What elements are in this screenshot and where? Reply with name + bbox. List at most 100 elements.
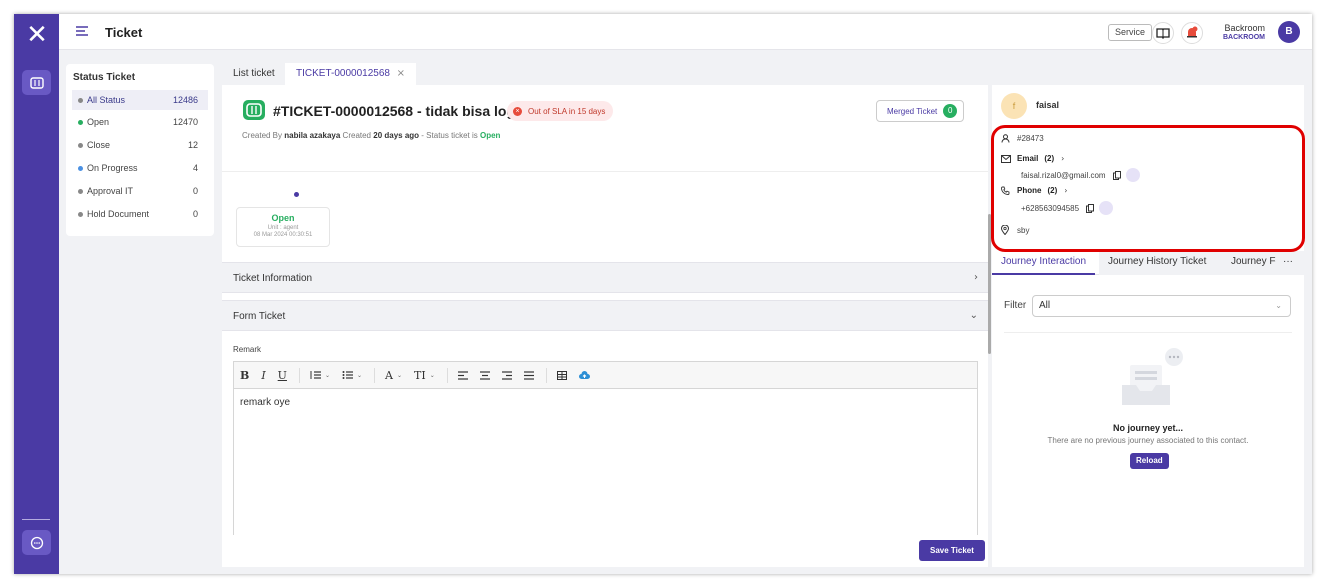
error-icon: × — [513, 106, 522, 116]
align-justify-button[interactable] — [523, 370, 534, 380]
tab-list-ticket[interactable]: List ticket — [222, 63, 286, 85]
service-button[interactable]: Service — [1108, 24, 1153, 41]
sla-badge: × Out of SLA in 15 days — [507, 101, 614, 121]
book-icon[interactable] — [1152, 22, 1174, 44]
status-item-approval-it[interactable]: Approval IT 0 — [72, 181, 208, 201]
form-ticket-accordion[interactable]: Form Ticket ⌄ — [222, 300, 988, 331]
filter-label: Filter — [1004, 300, 1027, 311]
insert-table-button[interactable] — [556, 370, 567, 380]
remark-text[interactable]: remark oye — [234, 389, 977, 416]
status-count: 0 — [192, 186, 198, 196]
align-right-icon — [501, 370, 512, 380]
status-prefix: - Status ticket is — [421, 131, 478, 140]
status-item-on-progress[interactable]: On Progress 4 — [72, 158, 208, 178]
ticket-information-accordion[interactable]: Ticket Information › — [222, 262, 988, 293]
status-panel-title: Status Ticket — [73, 72, 136, 83]
journey-tabs: Journey Interaction Journey History Tick… — [992, 251, 1304, 275]
empty-state-subtitle: There are no previous journey associated… — [1047, 436, 1249, 445]
sla-text: Out of SLA in 15 days — [528, 106, 606, 116]
table-icon — [556, 370, 567, 380]
status-dot — [78, 165, 83, 171]
ticket-icon — [29, 76, 44, 89]
font-size-icon: TI — [414, 368, 426, 382]
accordion-label: Form Ticket — [233, 311, 286, 322]
align-right-button[interactable] — [501, 370, 512, 380]
ticket-title: #TICKET-0000012568 - tidak bisa login — [273, 103, 528, 119]
ordered-list-icon — [310, 371, 321, 379]
remark-editor[interactable]: B I U ⌄ ⌄ A ⌄ TI ⌄ remark oye — [233, 361, 978, 535]
status-item-open[interactable]: Open 12470 — [72, 112, 208, 132]
align-center-icon — [479, 370, 490, 380]
toolbar-divider — [298, 367, 300, 383]
status-item-hold-document[interactable]: Hold Document 0 — [72, 204, 208, 224]
app-logo-icon[interactable]: ✕ — [22, 20, 52, 50]
bold-button[interactable]: B — [240, 369, 249, 382]
status-count: 12 — [187, 140, 198, 150]
status-item-close[interactable]: Close 12 — [72, 135, 208, 155]
ticket-status: Open — [480, 131, 501, 140]
empty-inbox-icon — [1120, 347, 1184, 412]
stage-date: 08 Mar 2024 00:30:51 — [253, 232, 313, 238]
font-color-button[interactable]: A ⌄ — [385, 369, 402, 382]
chevron-down-icon: ⌄ — [969, 310, 978, 321]
status-label: Open — [87, 117, 110, 127]
tab-journey-history-ticket[interactable]: Journey History Ticket — [1099, 251, 1221, 275]
bullet-list-button[interactable]: ⌄ — [342, 370, 362, 380]
upload-button[interactable] — [578, 370, 590, 380]
merged-count: 0 — [943, 104, 958, 118]
contact-avatar: f — [1001, 93, 1027, 119]
editor-toolbar: B I U ⌄ ⌄ A ⌄ TI ⌄ — [234, 362, 977, 389]
toolbar-divider — [374, 367, 376, 383]
ordered-list-button[interactable]: ⌄ — [310, 370, 330, 380]
user-name: Backroom — [1224, 23, 1265, 33]
user-avatar[interactable]: B — [1278, 21, 1300, 43]
stage-unit: Unit : agent — [267, 225, 299, 231]
accordion-label: Ticket Information — [233, 273, 313, 284]
ticket-nav-button[interactable] — [22, 70, 51, 95]
more-tabs-icon[interactable]: ··· — [1276, 251, 1304, 275]
status-count: 12470 — [172, 117, 198, 127]
bullet-list-icon — [342, 371, 353, 379]
page-title: Ticket — [105, 25, 143, 40]
reload-button[interactable]: Reload — [1130, 453, 1169, 469]
chat-bubble-icon — [30, 536, 43, 549]
status-dot — [78, 211, 83, 217]
filter-value: All — [1039, 300, 1051, 311]
underline-button[interactable]: U — [278, 369, 287, 382]
status-count: 0 — [192, 209, 198, 219]
hamburger-menu-icon[interactable] — [75, 25, 89, 40]
divider — [222, 171, 988, 172]
font-size-button[interactable]: TI ⌄ — [414, 369, 435, 382]
ticket-type-icon — [243, 100, 265, 120]
merged-ticket-button[interactable]: Merged Ticket 0 — [876, 100, 965, 122]
tab-journey-interaction[interactable]: Journey Interaction — [992, 251, 1096, 275]
italic-button[interactable]: I — [261, 369, 265, 382]
toolbar-divider — [446, 367, 448, 383]
align-left-button[interactable] — [457, 370, 468, 380]
status-dot — [78, 119, 83, 125]
remark-label: Remark — [233, 345, 262, 354]
tab-ticket-detail[interactable]: TICKET-0000012568 × — [285, 63, 416, 85]
highlight-box — [991, 125, 1305, 252]
status-count: 12486 — [172, 95, 198, 105]
created-ago: 20 days ago — [373, 131, 420, 140]
tab-journey-fo[interactable]: Journey Fo — [1221, 251, 1276, 275]
timeline-dot — [294, 192, 299, 197]
chat-nav-button[interactable] — [22, 530, 51, 555]
notification-bell-icon[interactable] — [1181, 22, 1203, 44]
save-ticket-button[interactable]: Save Ticket — [919, 540, 985, 561]
status-count: 4 — [192, 163, 198, 173]
status-label: Hold Document — [87, 209, 150, 219]
close-tab-icon[interactable]: × — [397, 63, 405, 85]
created-mid: Created — [342, 131, 372, 140]
ticket-meta: Created By nabila azakaya Created 20 day… — [242, 131, 500, 140]
status-dot — [78, 188, 83, 194]
status-label: On Progress — [87, 163, 138, 173]
status-item-all-status[interactable]: All Status 12486 — [72, 90, 208, 110]
app-window: ✕ Ticket Service Backroom BACKROOM B Sta… — [14, 14, 1312, 574]
status-ticket-panel: Status Ticket All Status 12486 Open 1247… — [66, 64, 214, 236]
contact-name: faisal — [1036, 100, 1060, 110]
chevron-right-icon: › — [974, 272, 978, 283]
filter-select[interactable]: All ⌄ — [1032, 295, 1291, 317]
align-center-button[interactable] — [479, 370, 490, 380]
